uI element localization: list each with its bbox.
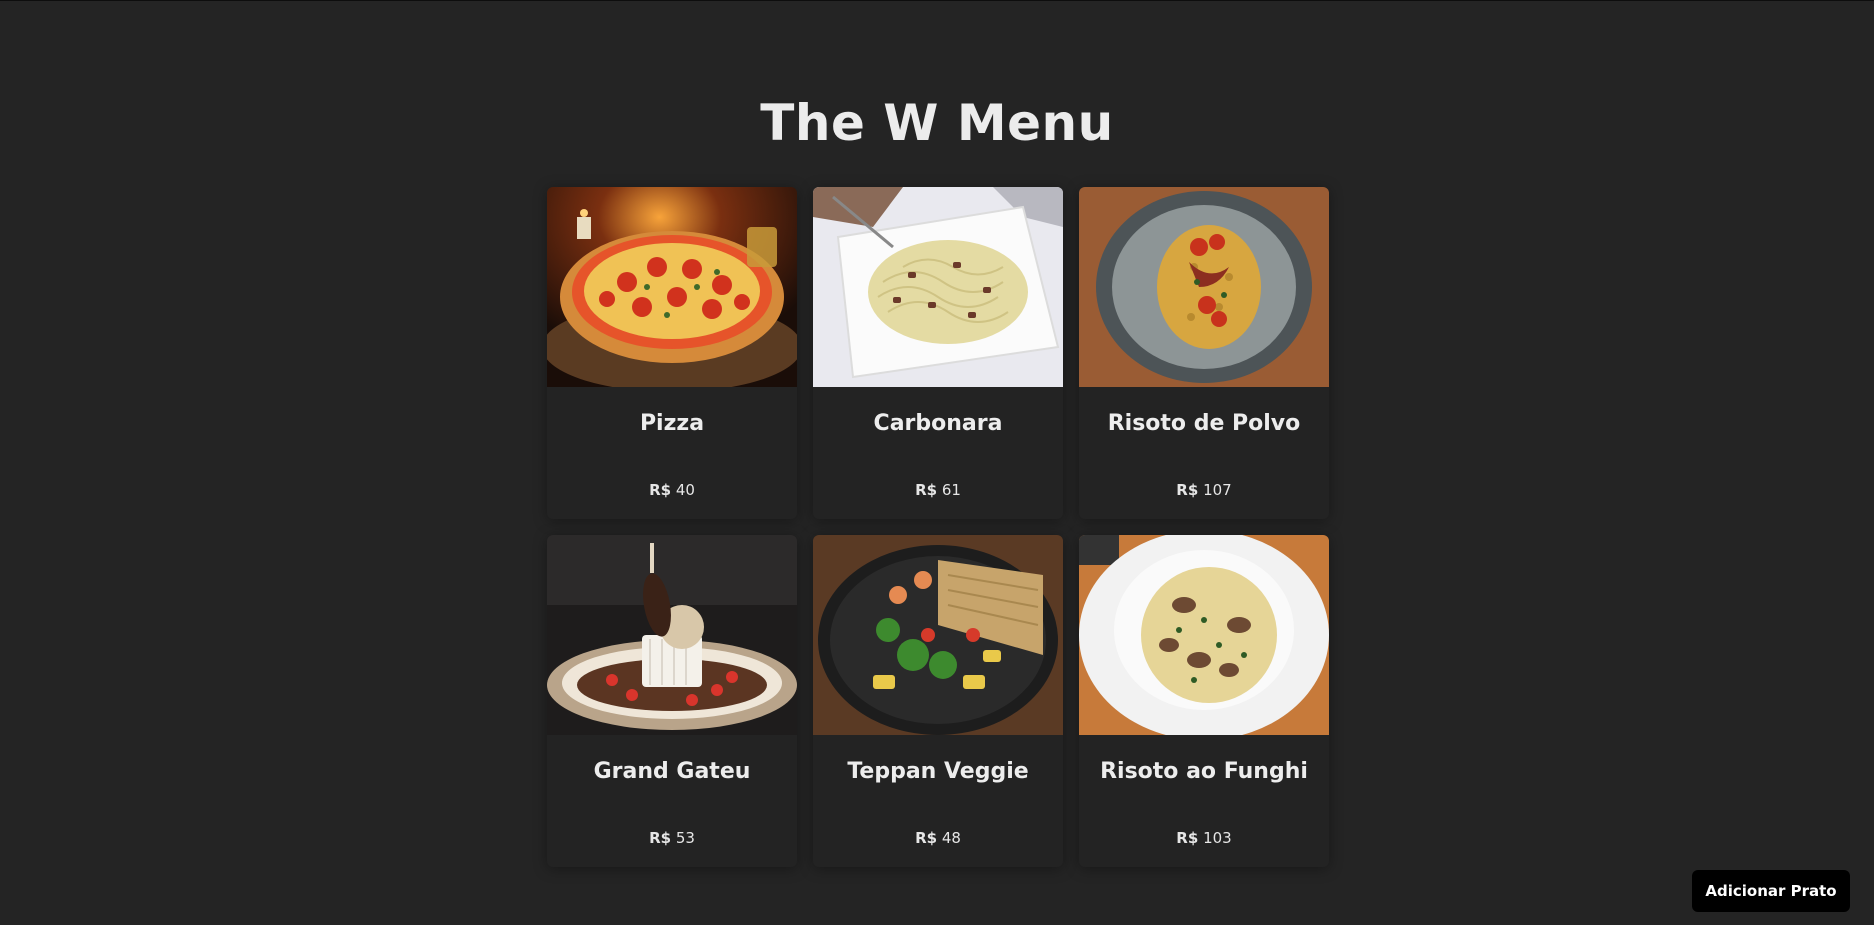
menu-card-pizza[interactable]: Pizza R$ 40: [547, 187, 797, 519]
price-value: 53: [675, 829, 695, 847]
dish-name: Risoto de Polvo: [1107, 411, 1301, 436]
price-value: 40: [675, 481, 695, 499]
price-value: 107: [1203, 481, 1232, 499]
pizza-photo: [547, 187, 797, 387]
dish-name: Carbonara: [873, 411, 1003, 436]
ice-cream-dessert-photo: [547, 535, 797, 735]
dish-name: Grand Gateu: [593, 759, 751, 784]
menu-card-risoto-de-polvo[interactable]: Risoto de Polvo R$ 107: [1079, 187, 1329, 519]
carbonara-photo: [813, 187, 1063, 387]
add-dish-button[interactable]: Adicionar Prato: [1692, 870, 1850, 912]
currency-label: R$: [649, 829, 672, 847]
currency-label: R$: [915, 481, 938, 499]
menu-card-risoto-ao-funghi[interactable]: Risoto ao Funghi R$ 103: [1079, 535, 1329, 867]
dish-price: R$ 53: [547, 829, 797, 847]
mushroom-risotto-photo: [1079, 535, 1329, 735]
currency-label: R$: [1176, 481, 1199, 499]
menu-card-carbonara[interactable]: Carbonara R$ 61: [813, 187, 1063, 519]
dish-price: R$ 40: [547, 481, 797, 499]
currency-label: R$: [649, 481, 672, 499]
octopus-risotto-photo: [1079, 187, 1329, 387]
dish-price: R$ 107: [1079, 481, 1329, 499]
price-value: 61: [941, 481, 961, 499]
price-value: 48: [941, 829, 961, 847]
dish-price: R$ 48: [813, 829, 1063, 847]
currency-label: R$: [915, 829, 938, 847]
menu-page: The W Menu Pizza R$ 40 Carbonara R$ 61 R…: [0, 0, 1874, 925]
dish-price: R$ 103: [1079, 829, 1329, 847]
dish-price: R$ 61: [813, 481, 1063, 499]
menu-grid: Pizza R$ 40 Carbonara R$ 61 Risoto de Po…: [547, 187, 1329, 867]
page-title: The W Menu: [760, 94, 1114, 152]
currency-label: R$: [1176, 829, 1199, 847]
sizzling-veggies-photo: [813, 535, 1063, 735]
menu-card-teppan-veggie[interactable]: Teppan Veggie R$ 48: [813, 535, 1063, 867]
menu-card-grand-gateu[interactable]: Grand Gateu R$ 53: [547, 535, 797, 867]
dish-name: Risoto ao Funghi: [1100, 759, 1308, 784]
dish-name: Pizza: [639, 411, 705, 436]
price-value: 103: [1203, 829, 1232, 847]
dish-name: Teppan Veggie: [847, 759, 1029, 784]
